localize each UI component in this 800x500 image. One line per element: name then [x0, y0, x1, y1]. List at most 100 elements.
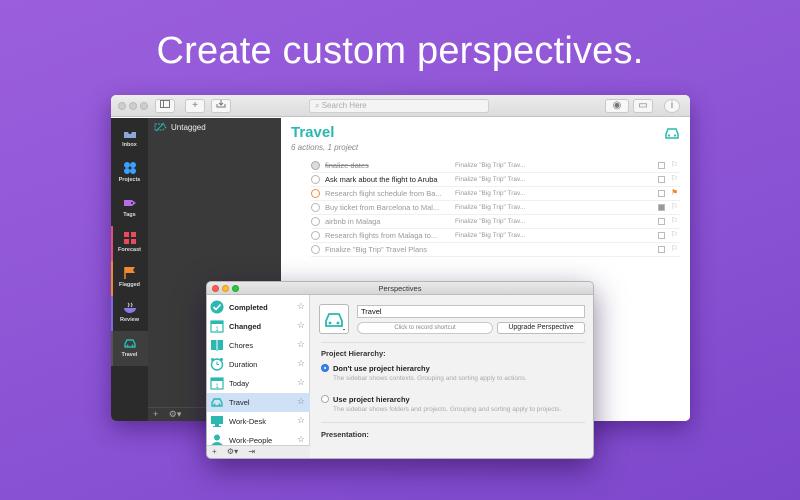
view-options-button[interactable]: ◉ — [605, 99, 629, 113]
task-row[interactable]: Research flights from Malaga to... Final… — [311, 229, 680, 243]
zoom-button[interactable] — [140, 102, 148, 110]
star-icon[interactable]: ☆ — [297, 301, 305, 312]
task-row[interactable]: Research flight schedule from Ba... Fina… — [311, 187, 680, 201]
flag-icon[interactable]: ⚐ — [671, 202, 678, 211]
task-name[interactable]: Ask mark about the flight to Aruba — [325, 175, 455, 184]
task-checkbox[interactable] — [311, 161, 320, 170]
task-name[interactable]: Finalize "Big Trip" Travel Plans — [325, 245, 485, 254]
perspectives-titlebar: Perspectives — [207, 282, 593, 295]
task-checkbox[interactable] — [311, 217, 320, 226]
list-item-untagged[interactable]: Untagged — [154, 122, 206, 132]
task-checkbox[interactable] — [311, 245, 320, 254]
sidebar-item-projects[interactable]: Projects — [111, 156, 148, 191]
add-tag-button[interactable]: + — [153, 409, 158, 419]
task-name[interactable]: finalize dates — [325, 161, 455, 170]
eye-icon: ◉ — [612, 100, 622, 111]
star-icon[interactable]: ☆ — [297, 377, 305, 388]
task-project: Finalize "Big Trip" Trav... — [455, 232, 526, 239]
move-button[interactable] — [211, 99, 231, 113]
info-button[interactable]: i — [664, 99, 680, 113]
car-icon — [325, 313, 345, 331]
task-row[interactable]: finalize dates Finalize "Big Trip" Trav.… — [311, 159, 680, 173]
flag-icon[interactable]: ⚐ — [671, 230, 678, 239]
star-icon[interactable]: ☆ — [297, 358, 305, 369]
gear-icon[interactable]: ⚙▾ — [169, 409, 182, 419]
star-icon[interactable]: ☆ — [297, 320, 305, 331]
sidebar-item-forecast[interactable]: Forecast — [111, 226, 148, 261]
task-row[interactable]: airbnb in Malaga Finalize "Big Trip" Tra… — [311, 215, 680, 229]
search-input[interactable]: ⌕ Search Here — [309, 99, 489, 113]
upgrade-perspective-button[interactable]: Upgrade Perspective — [497, 322, 585, 334]
perspective-item-chores[interactable]: Chores ☆ — [207, 336, 310, 355]
sidebar-item-review[interactable]: Review — [111, 296, 148, 331]
flag-icon[interactable]: ⚐ — [671, 160, 678, 169]
star-icon[interactable]: ☆ — [297, 434, 305, 445]
perspective-item-today[interactable]: 1 Today ☆ — [207, 374, 310, 393]
sidebar-item-travel[interactable]: Travel — [111, 331, 148, 366]
gear-icon[interactable]: ⚙▾ — [227, 447, 238, 456]
star-icon[interactable]: ☆ — [297, 339, 305, 350]
star-icon[interactable]: ☆ — [297, 396, 305, 407]
tag-icon — [123, 200, 136, 206]
task-checkbox[interactable] — [311, 203, 320, 212]
note-icon[interactable] — [658, 204, 665, 211]
sidebar-toggle-button[interactable] — [155, 99, 175, 113]
toolbar: + ⌕ Search Here ◉ ▭ i — [111, 95, 690, 117]
export-icon[interactable]: ⇥ — [248, 447, 255, 456]
perspectives-window: Perspectives Completed ☆ 1 Changed ☆ Cho… — [206, 281, 594, 459]
perspective-detail: Travel Click to record shortcut Upgrade … — [311, 295, 593, 458]
use-hierarchy-radio[interactable] — [321, 395, 329, 403]
note-icon[interactable] — [658, 232, 665, 239]
flag-icon[interactable]: ⚑ — [671, 188, 678, 197]
task-name[interactable]: airbnb in Malaga — [325, 217, 455, 226]
perspective-icon-picker[interactable] — [319, 304, 349, 334]
inspector-toggle-button[interactable]: ▭ — [633, 99, 653, 113]
task-name[interactable]: Research flight schedule from Ba... — [325, 189, 455, 198]
untagged-icon — [154, 122, 167, 132]
zoom-button[interactable] — [232, 285, 239, 292]
note-icon[interactable] — [658, 190, 665, 197]
tray-icon — [216, 100, 226, 108]
flag-icon[interactable]: ⚐ — [671, 216, 678, 225]
no-hierarchy-label[interactable]: Don't use project hierarchy — [333, 364, 430, 373]
close-button[interactable] — [118, 102, 126, 110]
sidebar-item-inbox[interactable]: Inbox — [111, 121, 148, 156]
task-row[interactable]: Ask mark about the flight to Aruba Final… — [311, 173, 680, 187]
perspective-name-field[interactable]: Travel — [357, 305, 585, 318]
minimize-button[interactable] — [222, 285, 229, 292]
task-name[interactable]: Research flights from Malaga to... — [325, 231, 455, 240]
task-row[interactable]: Buy ticket from Barcelona to Mal... Fina… — [311, 201, 680, 215]
shortcut-recorder[interactable]: Click to record shortcut — [357, 322, 493, 334]
no-hierarchy-radio[interactable] — [321, 364, 329, 372]
perspective-item-work-desk[interactable]: Work-Desk ☆ — [207, 412, 310, 431]
perspective-item-completed[interactable]: Completed ☆ — [207, 298, 310, 317]
use-hierarchy-label[interactable]: Use project hierarchy — [333, 395, 410, 404]
panel-icon: ▭ — [638, 100, 648, 111]
add-button[interactable]: + — [185, 99, 205, 113]
car-icon — [123, 339, 136, 348]
task-checkbox[interactable] — [311, 231, 320, 240]
sidebar-item-flagged[interactable]: Flagged — [111, 261, 148, 296]
note-icon[interactable] — [658, 218, 665, 225]
task-checkbox[interactable] — [311, 189, 320, 198]
perspective-item-duration[interactable]: Duration ☆ — [207, 355, 310, 374]
perspective-item-changed[interactable]: 1 Changed ☆ — [207, 317, 310, 336]
note-icon[interactable] — [658, 176, 665, 183]
perspective-item-travel[interactable]: Travel ☆ — [207, 393, 310, 412]
task-project: Finalize "Big Trip" Trav... — [455, 218, 526, 225]
perspective-list: Completed ☆ 1 Changed ☆ Chores ☆ Duratio… — [207, 295, 310, 447]
flag-icon[interactable]: ⚐ — [671, 174, 678, 183]
star-icon[interactable]: ☆ — [297, 415, 305, 426]
book-icon — [211, 340, 223, 351]
presentation-heading: Presentation: — [321, 430, 369, 439]
task-row[interactable]: Finalize "Big Trip" Travel Plans ⚐ — [311, 243, 680, 257]
flag-icon[interactable]: ⚐ — [671, 244, 678, 253]
add-perspective-button[interactable]: + — [212, 447, 217, 456]
note-icon[interactable] — [658, 162, 665, 169]
task-name[interactable]: Buy ticket from Barcelona to Mal... — [325, 203, 455, 212]
sidebar-item-tags[interactable]: Tags — [111, 191, 148, 226]
minimize-button[interactable] — [129, 102, 137, 110]
task-checkbox[interactable] — [311, 175, 320, 184]
note-icon[interactable] — [658, 246, 665, 253]
close-button[interactable] — [212, 285, 219, 292]
